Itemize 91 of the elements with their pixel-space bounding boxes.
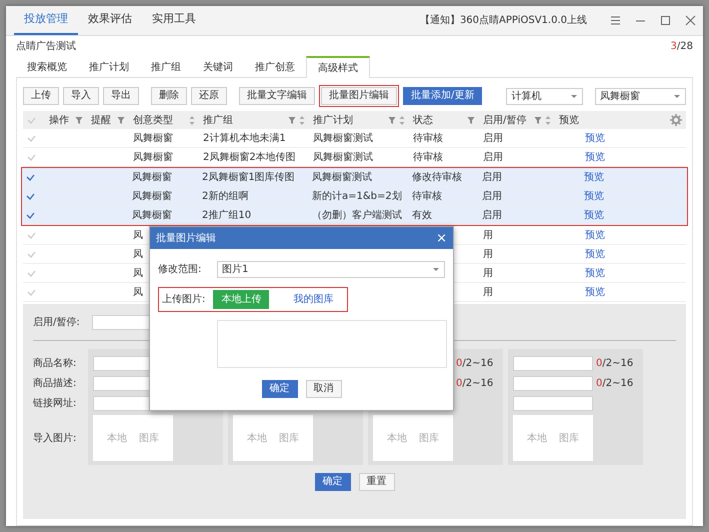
table-cell-text: 启用	[482, 208, 502, 222]
char-counter: 0/2~16	[456, 356, 494, 370]
table-cell-text: 凤舞橱窗	[133, 150, 173, 164]
preview-link[interactable]: 预览	[585, 130, 605, 146]
field-label: 商品描述:	[33, 376, 78, 390]
table-cell-text: 凤舞橱窗测试	[312, 170, 372, 184]
table-cell-text: 凤舞橱窗测试	[313, 132, 373, 146]
table-cell-text: 凤舞橱窗	[132, 170, 172, 184]
table-cell-text: 凤	[133, 228, 143, 242]
dialog-button[interactable]: 取消	[306, 380, 342, 398]
column-header: 启用/暂停	[483, 114, 526, 128]
form-button[interactable]: 重置	[358, 473, 394, 491]
char-counter: 0/2~16	[596, 356, 634, 370]
toolbar-button[interactable]: 批量文字编辑	[239, 87, 315, 105]
field-label: 上传图片:	[162, 292, 206, 307]
table-cell-text: 用	[483, 248, 493, 262]
column-header: 预览	[559, 114, 579, 128]
table-cell-text: 凤	[133, 248, 143, 262]
table-cell-text: 2凤舞橱窗2本地传图	[203, 150, 296, 164]
field-label: 启用/暂停:	[33, 316, 81, 330]
char-counter: 0/2~16	[456, 376, 494, 390]
table-cell-text: 2新的组啊	[202, 190, 248, 204]
table-cell-text: 凤舞橱窗	[132, 190, 172, 204]
field-label: 修改范围:	[158, 262, 202, 276]
column-header: 推广计划	[313, 114, 353, 128]
table-cell-text: 2凤舞橱窗1图库传图	[202, 170, 295, 184]
table-cell-text: 2推广组10	[202, 208, 252, 222]
dropdown[interactable]: 凤舞橱窗	[595, 88, 686, 104]
dialog-title: 批量图片编辑	[156, 232, 216, 246]
toolbar-button[interactable]: 删除	[151, 87, 187, 105]
table-cell-text: 用	[483, 266, 493, 280]
dropdown[interactable]: 计算机	[506, 88, 584, 104]
preview-link[interactable]: 预览	[585, 228, 605, 242]
table-cell-text: 凤	[133, 286, 143, 300]
section-tab[interactable]: 推广组	[140, 56, 192, 77]
table-cell-text: 新的计a=1&b=2划	[312, 190, 402, 204]
preview-link[interactable]: 预览	[585, 284, 605, 300]
preview-link[interactable]: 预览	[585, 266, 605, 280]
section-tab[interactable]: 关键词	[192, 56, 244, 77]
table-cell-text: 启用	[482, 190, 502, 204]
toolbar-button[interactable]: 上传	[23, 87, 59, 105]
column-header: 创意类型	[133, 114, 173, 128]
field-label: 导入图片:	[33, 432, 78, 446]
table-cell-text: 启用	[483, 132, 503, 146]
page-counter: 3/28	[670, 40, 693, 54]
section-tab[interactable]: 推广计划	[78, 56, 140, 77]
table-cell-text: 凤舞橱窗	[132, 208, 172, 222]
table-cell-text: 修改待审核	[412, 170, 462, 184]
section-tab[interactable]: 搜索概览	[16, 56, 78, 77]
library-link[interactable]: 我的图库	[293, 292, 334, 307]
table-cell-text: 凤	[133, 266, 143, 280]
close-button[interactable]: ×	[436, 232, 447, 244]
column-header: 状态	[413, 114, 433, 128]
table-cell-text: 有效	[412, 208, 432, 222]
preview-link[interactable]: 预览	[584, 188, 604, 204]
toolbar-button[interactable]: 还原	[191, 87, 227, 105]
table-cell-text: 用	[483, 286, 493, 300]
table-cell-text: 启用	[482, 170, 502, 184]
table-cell-text: 待审核	[413, 150, 443, 164]
table-cell-text: 待审核	[413, 132, 443, 146]
form-button[interactable]: 确定	[314, 473, 350, 491]
preview-link[interactable]: 预览	[585, 150, 605, 164]
section-tab[interactable]: 推广创意	[244, 56, 306, 77]
preview-link[interactable]: 预览	[585, 246, 605, 262]
nav-tab[interactable]: 投放管理	[14, 6, 78, 35]
table-cell-text: 凤舞橱窗	[133, 132, 173, 146]
nav-tab[interactable]: 效果评估	[78, 6, 142, 35]
toolbar-button[interactable]: 批量图片编辑	[321, 87, 397, 105]
char-counter: 0/2~16	[596, 376, 634, 390]
section-tab[interactable]: 高级样式	[306, 56, 370, 78]
account-name: 点睛广告测试	[16, 40, 76, 54]
column-header: 操作	[49, 114, 69, 128]
column-header: 推广组	[203, 114, 233, 128]
scope-select[interactable]: 图片1	[217, 260, 445, 278]
table-cell-text: 凤舞橱窗测试	[313, 150, 373, 164]
table-cell-text: 2计算机本地未满1	[203, 132, 286, 146]
toolbar-button[interactable]: 批量添加/更新	[403, 87, 482, 105]
table-cell-text: （勿删）客户端测试	[312, 208, 402, 222]
column-header: 提醒	[91, 114, 111, 128]
notice-text[interactable]: 【通知】360点睛APPiOSV1.0.0上线	[420, 13, 587, 28]
field-label: 链接网址:	[33, 396, 78, 410]
table-cell-text: 启用	[483, 150, 503, 164]
field-label: 商品名称:	[33, 356, 78, 370]
dialog-button[interactable]: 确定	[262, 380, 298, 398]
table-cell-text: 用	[483, 228, 493, 242]
preview-link[interactable]: 预览	[584, 170, 604, 184]
preview-link[interactable]: 预览	[584, 208, 604, 222]
toolbar-button[interactable]: 导出	[103, 87, 139, 105]
toolbar-button[interactable]: 导入	[63, 87, 99, 105]
table-cell-text: 待审核	[412, 190, 442, 204]
nav-tab[interactable]: 实用工具	[142, 6, 206, 35]
